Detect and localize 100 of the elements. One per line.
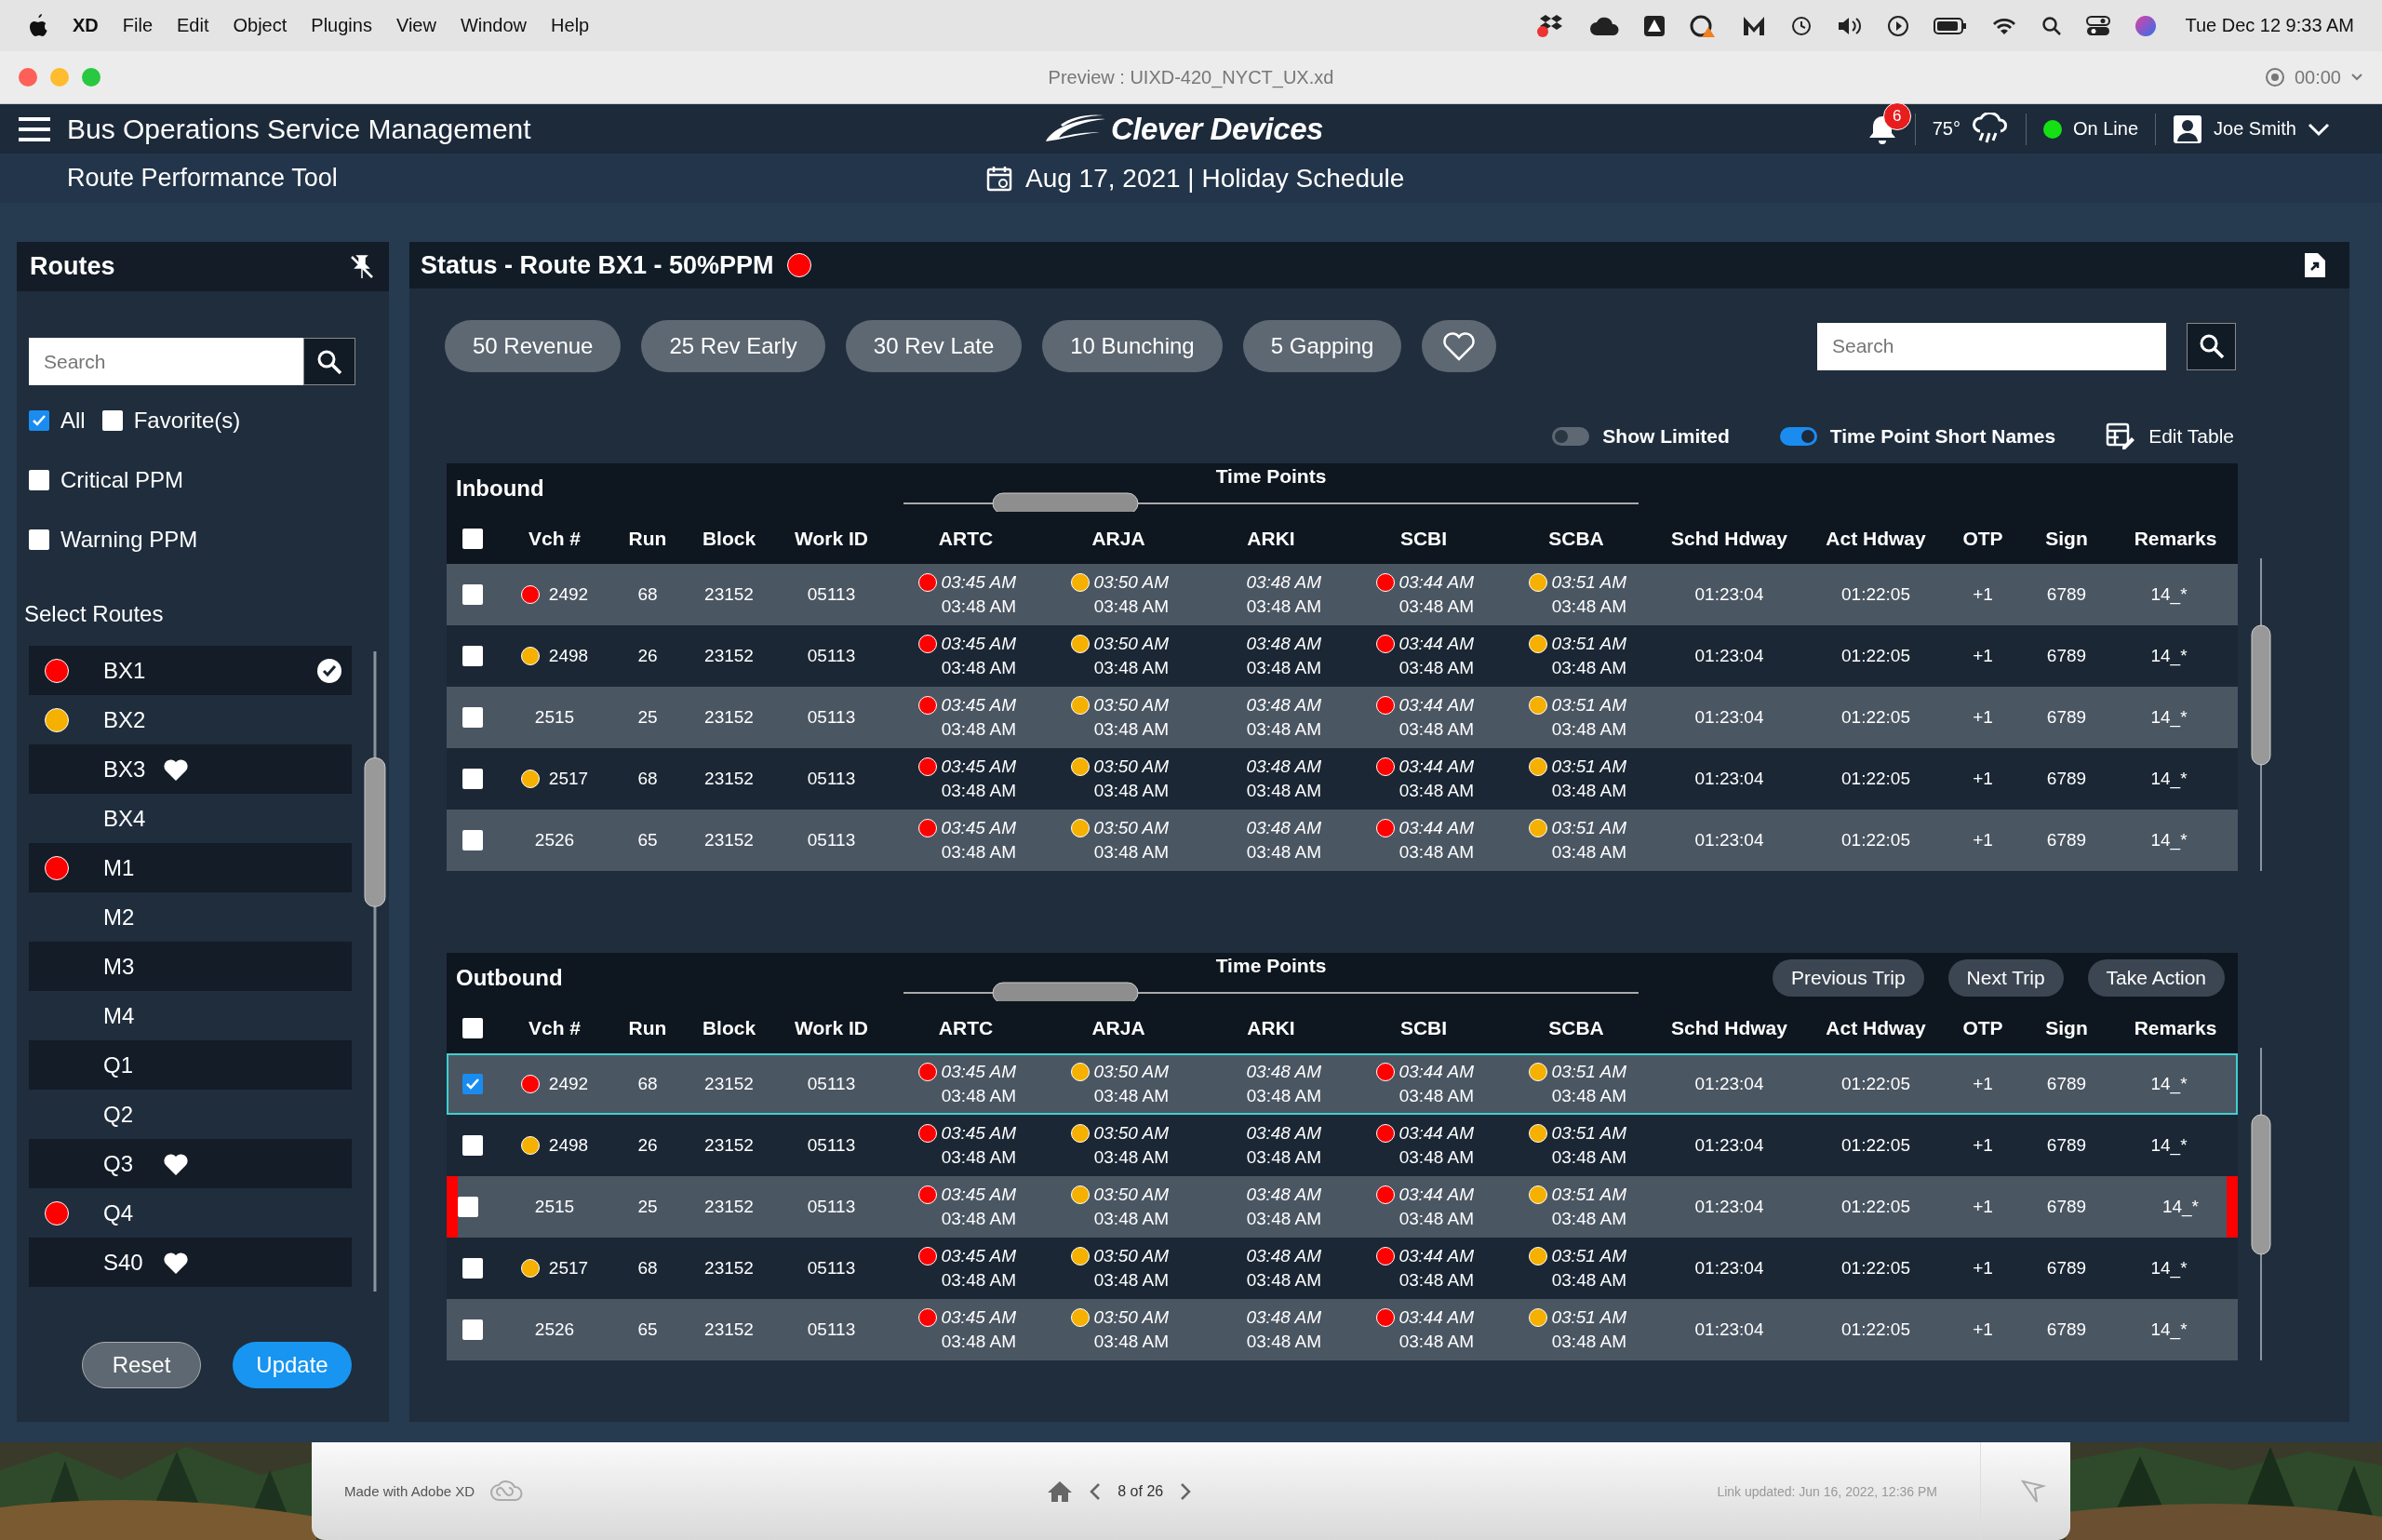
filter-chip[interactable]: 25 Rev Early [641, 320, 825, 372]
table-cell-text: 6789 [2045, 1319, 2088, 1340]
column-header[interactable]: Block [685, 528, 773, 550]
column-header[interactable]: SCBA [1500, 1017, 1653, 1039]
route-item[interactable]: Q2 [29, 1090, 353, 1139]
table-row[interactable]: 2526 65 23152 05113 03:45 AM 03:48 AM 03:50 AM 03:48 AM 03:48 AM 03:48 AM 03:44 AM 03:48 AM 03:51 AM 03:48 AM 01:23:04 01:22:05 +1 6789 14_* [447, 810, 2238, 871]
column-header[interactable]: Block [685, 1017, 773, 1039]
route-item[interactable]: BX4 [29, 794, 353, 843]
table-cell-text: 68 [636, 769, 659, 789]
column-header[interactable]: ARTC [890, 1017, 1042, 1039]
table-cell-text: 6789 [2045, 707, 2088, 728]
table-cell-text: +1 [1972, 646, 1994, 666]
column-header[interactable]: SCBA [1500, 528, 1653, 550]
route-item[interactable]: BX2 [29, 695, 353, 744]
route-item[interactable]: M2 [29, 892, 353, 942]
menu-item[interactable]: Window [460, 15, 528, 36]
route-item[interactable]: M3 [29, 942, 353, 991]
actual-time: 03:48 AM [1093, 1332, 1169, 1352]
column-header[interactable]: Vch # [499, 1017, 610, 1039]
column-header[interactable]: Schd Hdway [1653, 528, 1806, 550]
table-row[interactable]: 2517 68 23152 05113 03:45 AM 03:48 AM 03:50 AM 03:48 AM 03:48 AM 03:48 AM 03:44 AM 03:48 AM 03:51 AM 03:48 AM 01:23:04 01:22:05 +1 6789 14_* [447, 1238, 2238, 1299]
table-cell-text: 01:22:05 [1840, 769, 1911, 789]
scheduled-time: 03:48 AM [1246, 1246, 1321, 1266]
column-header[interactable]: SCBI [1347, 1017, 1500, 1039]
route-item[interactable]: M4 [29, 991, 353, 1040]
route-item[interactable]: Q4 [29, 1188, 353, 1238]
table-row[interactable]: 2517 68 23152 05113 03:45 AM 03:48 AM 03:50 AM 03:48 AM 03:48 AM 03:48 AM 03:44 AM 03:48 AM 03:51 AM 03:48 AM 01:23:04 01:22:05 +1 6789 14_* [447, 748, 2238, 810]
menu-item[interactable]: File [122, 15, 154, 36]
table-cell-text: 65 [636, 830, 659, 850]
route-name: S40 [103, 1249, 144, 1276]
scheduled-time: 03:50 AM [1093, 757, 1169, 777]
app-menu[interactable]: XD [73, 15, 99, 36]
table-cell-text: 05113 [806, 1074, 857, 1094]
route-item[interactable]: S40 [29, 1238, 353, 1287]
table-row[interactable]: 2492 68 23152 05113 03:45 AM 03:48 AM 03:50 AM 03:48 AM 03:48 AM 03:48 AM 03:44 AM 03:48 AM 03:51 AM 03:48 AM 01:23:04 01:22:05 +1 6789 14_* [447, 564, 2238, 625]
table-cell: 2492 [548, 1074, 589, 1094]
column-header[interactable]: OTP [1946, 1017, 2020, 1039]
search-field[interactable]: Search [29, 338, 303, 385]
column-header[interactable]: Schd Hdway [1653, 1017, 1806, 1039]
table-row[interactable]: 2498 26 23152 05113 03:45 AM 03:48 AM 03:50 AM 03:48 AM 03:48 AM 03:48 AM 03:44 AM 03:48 AM 03:51 AM 03:48 AM 01:23:04 01:22:05 +1 6789 14_* [447, 625, 2238, 687]
actual-time: 03:48 AM [1246, 1086, 1321, 1106]
column-header[interactable]: Run [610, 528, 685, 550]
checkbox-label[interactable]: Critical PPM [60, 467, 183, 493]
menu-item[interactable]: Object [233, 15, 288, 36]
route-item[interactable]: M1 [29, 843, 353, 892]
scheduled-time: 03:44 AM [1398, 1185, 1474, 1205]
scheduled-time: 03:48 AM [1246, 695, 1321, 716]
table-cell-text: 25 [636, 707, 659, 728]
column-header[interactable]: Run [610, 1017, 685, 1039]
column-header[interactable]: Sign [2020, 528, 2113, 550]
table-cell: 2526 [534, 1319, 575, 1340]
column-header[interactable]: Act Hdway [1806, 528, 1946, 550]
column-header[interactable]: Vch # [499, 528, 610, 550]
column-header[interactable]: OTP [1946, 528, 2020, 550]
column-header[interactable]: Remarks [2113, 528, 2238, 550]
checkbox-label[interactable]: Favorite(s) [133, 408, 241, 434]
table-cell-text: 26 [636, 1135, 659, 1156]
filter-chip[interactable]: 5 Gapping [1242, 320, 1402, 372]
route-item[interactable]: Q3 [29, 1139, 353, 1188]
menu-item[interactable]: Help [551, 15, 590, 36]
column-header[interactable]: SCBI [1347, 528, 1500, 550]
filter-chip[interactable]: 10 Bunching [1042, 320, 1223, 372]
column-header[interactable]: Remarks [2113, 1017, 2238, 1039]
filter-chip[interactable]: 50 Revenue [445, 320, 622, 372]
checkbox-label[interactable]: Warning PPM [60, 527, 198, 553]
route-item[interactable]: Q1 [29, 1040, 353, 1090]
column-header[interactable]: Work ID [773, 1017, 890, 1039]
table-row[interactable]: 2526 65 23152 05113 03:45 AM 03:48 AM 03:50 AM 03:48 AM 03:48 AM 03:48 AM 03:44 AM 03:48 AM 03:51 AM 03:48 AM 01:23:04 01:22:05 +1 6789 14_* [447, 1299, 2238, 1360]
edit-table-link[interactable]: Edit Table [2148, 425, 2234, 448]
table-row[interactable]: 2492 68 23152 05113 03:45 AM 03:48 AM 03:50 AM 03:48 AM 03:48 AM 03:48 AM 03:44 AM 03:48 AM 03:51 AM 03:48 AM 01:23:04 01:22:05 +1 6789 14_* [447, 1053, 2238, 1115]
table-row[interactable]: 2498 26 23152 05113 03:45 AM 03:48 AM 03:50 AM 03:48 AM 03:48 AM 03:48 AM 03:44 AM 03:48 AM 03:51 AM 03:48 AM 01:23:04 01:22:05 +1 6789 14_* [447, 1115, 2238, 1176]
column-header[interactable]: ARKI [1195, 1017, 1347, 1039]
action-button[interactable]: Reset [82, 1342, 201, 1388]
search-field[interactable]: Search [1817, 322, 2166, 370]
column-header[interactable]: Sign [2020, 1017, 2113, 1039]
actual-time: 03:48 AM [1398, 781, 1474, 801]
column-header[interactable]: Act Hdway [1806, 1017, 1946, 1039]
action-button[interactable]: Take Action [2087, 959, 2225, 997]
column-header[interactable]: ARTC [890, 528, 1042, 550]
menu-item[interactable]: Edit [177, 15, 209, 36]
action-button[interactable]: Previous Trip [1773, 959, 1924, 997]
table-row[interactable]: 2515 25 23152 05113 03:45 AM 03:48 AM 03:50 AM 03:48 AM 03:48 AM 03:48 AM 03:44 AM 03:48 AM 03:51 AM 03:48 AM 01:23:04 01:22:05 +1 6789 14_* [447, 687, 2238, 748]
filter-chip[interactable]: 30 Rev Late [845, 320, 1023, 372]
table-row[interactable]: 2515 25 23152 05113 03:45 AM 03:48 AM 03:50 AM 03:48 AM 03:48 AM 03:48 AM 03:44 AM 03:48 AM 03:51 AM 03:48 AM 01:23:04 01:22:05 +1 6789 14_* [447, 1176, 2238, 1238]
column-header[interactable]: ARJA [1042, 1017, 1195, 1039]
menu-item[interactable]: View [395, 15, 436, 36]
route-item[interactable]: BX3 [29, 744, 353, 794]
column-header[interactable]: Work ID [773, 528, 890, 550]
column-header[interactable]: ARJA [1042, 528, 1195, 550]
scheduled-time: 03:45 AM [941, 757, 1016, 777]
scheduled-time: 03:50 AM [1093, 818, 1169, 838]
user-name[interactable]: Joe Smith [2214, 118, 2296, 140]
toggle-label: Show Limited [1602, 425, 1730, 448]
scheduled-time: 03:44 AM [1398, 1246, 1474, 1266]
action-button[interactable]: Next Trip [1947, 959, 2064, 997]
column-header[interactable]: ARKI [1195, 528, 1347, 550]
scheduled-time: 03:45 AM [941, 1246, 1016, 1266]
route-item[interactable]: BX1 [29, 646, 353, 695]
menu-item[interactable]: Plugins [311, 15, 372, 36]
checkbox-label[interactable]: All [60, 408, 86, 434]
